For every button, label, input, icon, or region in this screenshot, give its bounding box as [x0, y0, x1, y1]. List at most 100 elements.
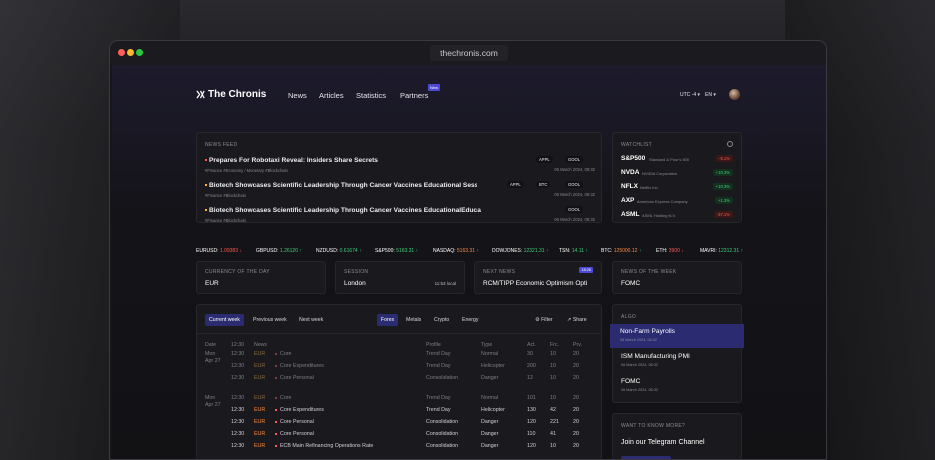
change-badge: +10.3%	[712, 183, 733, 190]
minimize-dot-icon[interactable]	[127, 49, 134, 56]
news-tags: #Finance #Economy / Monetary #Blockchain	[205, 168, 288, 173]
avatar[interactable]	[729, 89, 740, 100]
cell-act: 130	[527, 407, 536, 413]
cell-frc: 221	[550, 419, 559, 425]
col-act: Act.	[527, 342, 536, 348]
logo[interactable]: The Chronis	[196, 89, 266, 100]
ticker-item[interactable]: NASDAQ: 5163.31 ↑	[433, 248, 479, 254]
watchlist-name: ASML Holding N.V.	[642, 213, 676, 218]
cell-prv: 20	[573, 407, 579, 413]
ticker-item[interactable]: GBPUSD: 1.26120 ↑	[256, 248, 302, 254]
telegram-card: Want to know more? Join our Telegram Cha…	[612, 413, 742, 459]
ticker-item[interactable]: DOWJONES: 12321.31 ↑	[492, 248, 548, 254]
nav-news[interactable]: News	[288, 91, 307, 100]
news-item[interactable]: Biotech Showcases Scientific Leadership …	[205, 206, 595, 231]
next-news-badge: 18:26	[579, 267, 593, 273]
cell-news[interactable]: Core Expenditures	[275, 363, 324, 369]
next-news-card[interactable]: Next news 18:26 RCM/TIPP Economic Optimi…	[474, 261, 602, 294]
impact-dot-icon	[275, 445, 277, 447]
cell-news[interactable]: Core Personal	[275, 431, 314, 437]
symbol-chip[interactable]: APPL	[536, 156, 553, 163]
tab-current-week[interactable]: Current week	[205, 314, 244, 326]
cell-news[interactable]: Core Personal	[275, 419, 314, 425]
ticker-item[interactable]: S&P500: 5163.31 ↑	[375, 248, 418, 254]
cell-cur: EUR	[254, 443, 266, 449]
watchlist-ticker: NFLX	[621, 183, 638, 190]
session-time: 11:53 local	[434, 281, 456, 286]
currency-of-day-card: Currency of the day EUR	[196, 261, 326, 294]
symbol-chip[interactable]: GOOL	[565, 156, 584, 163]
watchlist-row[interactable]: ASML ASML Holding N.V. -37.1%	[621, 211, 733, 224]
watchlist-row[interactable]: AXP American Express Company +1.3%	[621, 197, 733, 210]
col-frc: Frc.	[550, 342, 559, 348]
cell-type: Danger	[481, 375, 499, 381]
cell-time: 12:30	[231, 351, 245, 357]
close-dot-icon[interactable]	[118, 49, 125, 56]
cell-news[interactable]: Core	[275, 395, 291, 401]
utc-select[interactable]: UTC -4 ▾	[680, 92, 700, 98]
news-title[interactable]: Biotech Showcases Scientific Leadership …	[209, 182, 477, 189]
news-title[interactable]: Prepares For Robotaxi Reveal: Insiders S…	[209, 157, 378, 164]
language-select[interactable]: EN ▾	[705, 92, 716, 98]
cell-frc: 41	[550, 431, 556, 437]
news-title[interactable]: Biotech Showcases Scientific Leadership …	[209, 207, 481, 214]
maximize-dot-icon[interactable]	[136, 49, 143, 56]
algo-title: Non-Farm Payrolls	[620, 328, 675, 335]
news-item[interactable]: Biotech Showcases Scientific Leadership …	[205, 181, 595, 206]
algo-item[interactable]: ISM Manufacturing PMI 06 March 2024, 08:…	[613, 349, 747, 373]
filter-icon: ⚙	[535, 317, 540, 323]
nav-statistics[interactable]: Statistics	[356, 91, 386, 100]
symbol-chip[interactable]: GOOL	[565, 181, 584, 188]
symbol-chip[interactable]: APPL	[507, 181, 524, 188]
tab-previous-week[interactable]: Previous week	[249, 314, 291, 326]
cell-news[interactable]: Core	[275, 351, 291, 357]
currency-value: EUR	[205, 280, 219, 287]
nav-partners[interactable]: Partners	[400, 91, 428, 100]
cell-cur: EUR	[254, 395, 266, 401]
cell-profile: Consolidation	[426, 419, 459, 425]
watchlist-row[interactable]: S&P500 Standard & Poor's 500 -5.1%	[621, 155, 733, 168]
impact-dot-icon	[275, 353, 277, 355]
ticker-item[interactable]: BTC: 125000.12 ↑	[601, 248, 641, 254]
col-profile: Profile	[426, 342, 441, 348]
tab-energy[interactable]: Energy	[458, 314, 482, 326]
nav-articles[interactable]: Articles	[319, 91, 344, 100]
top-nav: The Chronis News Articles Statistics Par…	[112, 84, 826, 109]
cell-prv: 20	[573, 431, 579, 437]
settings-icon[interactable]	[727, 141, 733, 147]
change-badge: +1.3%	[715, 197, 733, 204]
share-button[interactable]: ↗ Share	[563, 314, 591, 326]
news-item[interactable]: Prepares For Robotaxi Reveal: Insiders S…	[205, 156, 595, 181]
cell-date: Mon	[205, 351, 216, 357]
algo-item[interactable]: Non-Farm Payrolls 06 March 2024, 08:32	[610, 324, 744, 348]
cell-act: 101	[527, 395, 536, 401]
bullet-icon	[205, 159, 207, 161]
algo-date: 06 March 2024, 08:32	[621, 388, 658, 392]
cell-cur: EUR	[254, 375, 266, 381]
col-prv: Prv.	[573, 342, 582, 348]
ticker-item[interactable]: TSN: 14.11 ↑	[559, 248, 588, 254]
cell-news[interactable]: Core Personal	[275, 375, 314, 381]
ticker-item[interactable]: NZDUSD: 0.61674 ↑	[316, 248, 362, 254]
ticker-item[interactable]: EURUSD: 1.09383 ↓	[196, 248, 242, 254]
ticker-item[interactable]: MAVRI: 12312.31 ↑	[700, 248, 743, 254]
tab-metals[interactable]: Metals	[402, 314, 425, 326]
tab-next-week[interactable]: Next week	[295, 314, 327, 326]
cell-news[interactable]: Core Expenditures	[275, 407, 324, 413]
session-label: Session	[344, 269, 369, 275]
impact-dot-icon	[275, 433, 277, 435]
tab-forex[interactable]: Forex	[377, 314, 399, 326]
watchlist-row[interactable]: NVDA NVIDIA Corporation +10.3%	[621, 169, 733, 182]
filter-button[interactable]: ⚙ Filter	[531, 314, 557, 326]
algo-item[interactable]: FOMC 06 March 2024, 08:32	[613, 374, 747, 398]
watchlist-row[interactable]: NFLX Netflix Inc. +10.3%	[621, 183, 733, 196]
cell-news[interactable]: ECB Main Refinancing Operations Rate	[275, 443, 373, 449]
tab-crypto[interactable]: Crypto	[430, 314, 453, 326]
session-card: Session London 11:53 local	[335, 261, 465, 294]
browser-titlebar: thechronis.com	[110, 41, 826, 65]
address-bar[interactable]: thechronis.com	[430, 45, 508, 61]
symbol-chip[interactable]: GOOL	[565, 206, 584, 213]
telegram-join-button[interactable]	[621, 456, 671, 459]
ticker-item[interactable]: ETH: 3900 ↓	[656, 248, 684, 254]
symbol-chip[interactable]: BTC	[536, 181, 551, 188]
